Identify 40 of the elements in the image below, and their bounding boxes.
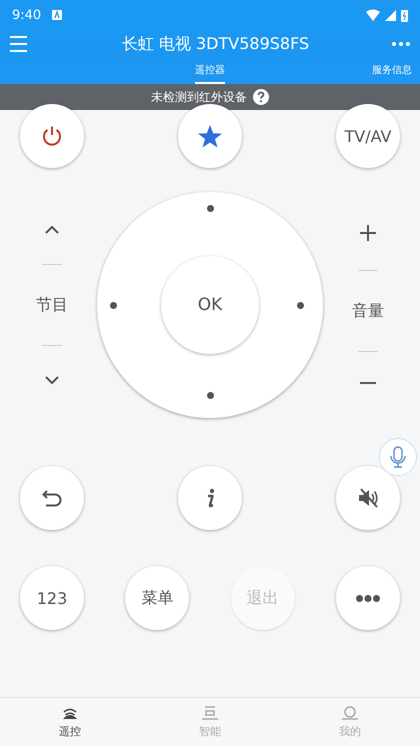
power-button[interactable]: [20, 104, 84, 168]
person-icon: [341, 706, 359, 720]
volume-down-button[interactable]: [360, 381, 376, 385]
favorite-button[interactable]: [178, 104, 242, 168]
power-icon: [41, 125, 63, 147]
ok-button[interactable]: OK: [161, 256, 259, 354]
volume-up-button[interactable]: [360, 225, 376, 241]
remote-button[interactable]: TV/AV: [336, 104, 400, 168]
signal-icon: [385, 9, 397, 21]
direction-button[interactable]: [110, 302, 117, 308]
remote-button[interactable]: 菜单: [125, 566, 190, 630]
nav-tab[interactable]: 遥控: [0, 698, 140, 746]
undo-icon: [42, 489, 62, 507]
more-icon[interactable]: [392, 41, 410, 47]
channel-up-button[interactable]: [45, 225, 59, 235]
control-label: 节目: [36, 294, 68, 316]
direction-button[interactable]: [206, 205, 214, 212]
channel-down-button[interactable]: [45, 375, 59, 385]
help-icon[interactable]: [253, 89, 269, 105]
control-label: 音量: [352, 300, 384, 322]
microphone-icon: [389, 446, 407, 468]
menu-icon[interactable]: [10, 36, 27, 52]
wifi-icon: [365, 9, 381, 21]
direction-button[interactable]: [297, 302, 304, 308]
star-icon: [197, 124, 223, 148]
microphone-button[interactable]: [379, 438, 417, 476]
more-icon: [356, 594, 380, 602]
direction-button[interactable]: [206, 392, 214, 399]
remote-button[interactable]: 123: [20, 566, 84, 630]
notice-text: 未检测到红外设备: [151, 88, 247, 106]
notification-icon: [51, 9, 64, 21]
remote-icon: [61, 706, 79, 720]
status-time: 9:40: [12, 8, 42, 22]
back-button[interactable]: [20, 466, 84, 530]
device-title: 长虹 电视 3DTV589S8FS: [120, 34, 310, 54]
mute-icon: [358, 488, 378, 508]
more-button[interactable]: [336, 566, 400, 630]
battery-icon: [401, 8, 408, 22]
mute-button[interactable]: [336, 466, 400, 530]
tv-icon: [201, 706, 219, 720]
